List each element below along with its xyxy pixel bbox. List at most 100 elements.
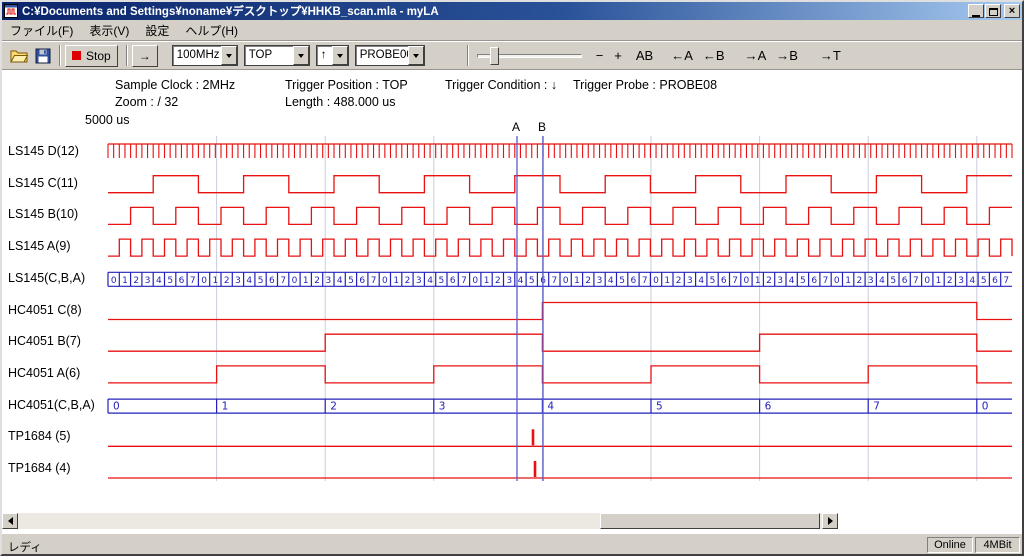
next-a-button[interactable]: →A <box>741 46 771 66</box>
menu-item-file[interactable]: ファイル(F) <box>2 20 81 41</box>
bus-value: 4 <box>246 276 252 286</box>
bus-value: 2 <box>224 276 230 286</box>
bus-value: 1 <box>936 276 942 286</box>
bus-value: 3 <box>145 276 151 286</box>
bus-value: 1 <box>213 276 219 286</box>
bus-value: 0 <box>744 276 750 286</box>
trigger-position-value: TOP <box>245 46 293 65</box>
bus-value: 7 <box>461 276 467 286</box>
bus-value: 5 <box>800 276 806 286</box>
probe-select[interactable]: PROBE00 <box>355 45 425 66</box>
stop-button[interactable]: Stop <box>65 45 118 67</box>
next-b-button[interactable]: →B <box>772 46 802 66</box>
prev-a-button[interactable]: ←A <box>667 46 697 66</box>
zoom-in-button[interactable]: + <box>610 46 626 66</box>
channel-ticks-0 <box>108 144 1012 158</box>
dropdown-arrow-icon[interactable] <box>293 46 309 65</box>
channel-wave-5 <box>108 303 1012 320</box>
bus-value: 5 <box>258 276 264 286</box>
bus-value: 6 <box>765 401 772 413</box>
horizontal-scrollbar[interactable] <box>2 513 838 529</box>
bus-value: 3 <box>506 276 512 286</box>
scroll-right-button[interactable] <box>822 513 838 529</box>
bus-value: 4 <box>427 276 433 286</box>
open-file-button[interactable] <box>7 44 31 68</box>
toolbar-separator <box>467 45 469 66</box>
channel-wave-6 <box>108 334 1012 351</box>
bus-value: 4 <box>608 276 614 286</box>
bus-value: 2 <box>405 276 411 286</box>
stop-icon <box>72 51 81 60</box>
scroll-left-button[interactable] <box>2 513 18 529</box>
bus-value: 2 <box>495 276 501 286</box>
statusbar: レディ Online 4MBit <box>2 536 1022 554</box>
dropdown-arrow-icon[interactable] <box>221 46 237 65</box>
zoom-out-button[interactable]: − <box>592 46 608 66</box>
bus-value: 4 <box>518 276 524 286</box>
bus-value: 0 <box>653 276 659 286</box>
menu-item-settings[interactable]: 設定 <box>137 20 177 41</box>
bus-value: 6 <box>359 276 365 286</box>
trigger-position-select[interactable]: TOP <box>244 45 310 66</box>
stop-label: Stop <box>86 49 111 63</box>
scrollbar-thumb[interactable] <box>600 513 820 529</box>
prev-b-button[interactable]: ←B <box>699 46 729 66</box>
bus-value: 1 <box>222 401 229 413</box>
bus-value: 6 <box>721 276 727 286</box>
bus-value: 3 <box>597 276 603 286</box>
bus-value: 3 <box>868 276 874 286</box>
bus-value: 0 <box>111 276 117 286</box>
bus-value: 0 <box>563 276 569 286</box>
bus-value: 7 <box>371 276 377 286</box>
bus-value: 7 <box>823 276 829 286</box>
maximize-button[interactable] <box>985 4 1001 18</box>
waveform-canvas[interactable]: 0123456701234567012345670123456701234567… <box>0 0 1024 556</box>
status-memory: 4MBit <box>975 537 1020 553</box>
channel-wave-3 <box>108 239 1012 256</box>
close-icon: × <box>1005 6 1019 17</box>
toolbar: Stop → 100MHz TOP ↑ PROBE00 − + AB ←A ←B… <box>2 41 1022 70</box>
close-button[interactable]: × <box>1004 4 1020 18</box>
window-title: C:¥Documents and Settings¥noname¥デスクトップ¥… <box>22 3 967 19</box>
bus-value: 3 <box>687 276 693 286</box>
menu-item-view[interactable]: 表示(V) <box>81 20 137 41</box>
bus-value: 0 <box>472 276 478 286</box>
bus-value: 7 <box>873 401 880 413</box>
run-button[interactable]: → <box>132 45 158 67</box>
bus-value: 5 <box>529 276 535 286</box>
trigger-edge-value: ↑ <box>317 46 332 65</box>
bus-value: 5 <box>710 276 716 286</box>
bus-value: 3 <box>326 276 332 286</box>
trigger-edge-select[interactable]: ↑ <box>316 45 349 66</box>
bus-value: 0 <box>924 276 930 286</box>
bus-value: 4 <box>337 276 343 286</box>
folder-open-icon <box>10 48 28 63</box>
status-ready-text: レディ <box>8 539 42 555</box>
bus-value: 1 <box>664 276 670 286</box>
app-icon[interactable] <box>4 4 18 18</box>
bus-value: 4 <box>547 401 554 413</box>
probe-value: PROBE00 <box>356 46 408 65</box>
bus-value: 6 <box>450 276 456 286</box>
zoom-slider[interactable] <box>477 45 582 67</box>
goto-trigger-button[interactable]: →T <box>816 46 845 66</box>
menu-item-help[interactable]: ヘルプ(H) <box>177 20 246 41</box>
bus-value: 6 <box>269 276 275 286</box>
slider-thumb[interactable] <box>490 47 499 65</box>
bus-value: 2 <box>585 276 591 286</box>
bus-value: 5 <box>656 401 663 413</box>
dropdown-arrow-icon[interactable] <box>408 46 424 65</box>
bus-value: 7 <box>552 276 558 286</box>
save-button[interactable] <box>31 44 55 68</box>
bus-value: 0 <box>982 401 989 413</box>
sample-clock-select[interactable]: 100MHz <box>172 45 238 66</box>
bus-value: 2 <box>133 276 139 286</box>
bus-value: 5 <box>981 276 987 286</box>
bus-value: 6 <box>992 276 998 286</box>
ab-button[interactable]: AB <box>632 46 657 66</box>
channel-wave-2 <box>108 207 1012 224</box>
bus-value: 3 <box>235 276 241 286</box>
dropdown-arrow-icon[interactable] <box>332 46 348 65</box>
minimize-button[interactable] <box>968 4 984 18</box>
toolbar-separator <box>59 45 61 66</box>
